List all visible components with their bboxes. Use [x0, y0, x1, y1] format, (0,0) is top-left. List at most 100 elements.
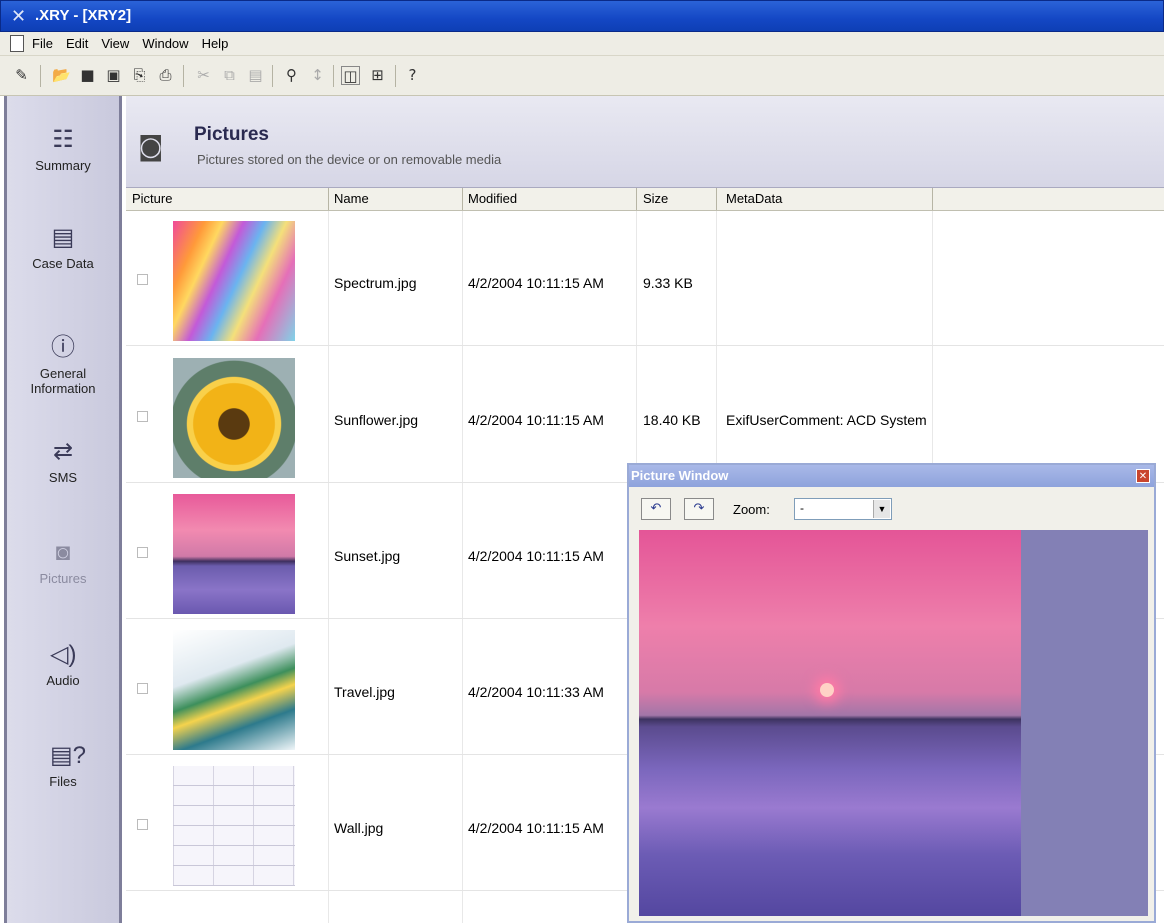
- paste-icon[interactable]: ▤: [246, 66, 265, 85]
- menu-edit[interactable]: Edit: [66, 36, 88, 51]
- file-size: 9.33 KB: [643, 275, 693, 291]
- files-icon: ▤?: [50, 742, 87, 769]
- info-icon: ⓘ: [51, 334, 75, 361]
- sidebar-item-label: Files: [49, 774, 77, 789]
- sidebar-item-label: Pictures: [39, 571, 87, 586]
- save-as-icon[interactable]: ▣: [104, 66, 123, 85]
- sidebar-item-summary[interactable]: ☷ Summary: [7, 126, 119, 173]
- page-subtitle: Pictures stored on the device or on remo…: [197, 152, 502, 167]
- metadata: ExifUserComment: ACD System: [726, 412, 927, 428]
- copy-icon[interactable]: ⧉: [220, 66, 239, 85]
- camera-icon: ◙: [138, 132, 164, 162]
- sidebar-item-label: Audio: [46, 673, 80, 688]
- toolbar-separator: [272, 65, 273, 87]
- filter-icon[interactable]: ⊞: [368, 66, 387, 85]
- row-checkbox[interactable]: [137, 819, 148, 830]
- pictures-view-icon[interactable]: ◫: [341, 66, 360, 85]
- sidebar-item-sms[interactable]: ⇄ SMS: [7, 438, 119, 485]
- section-header: ◙ Pictures Pictures stored on the device…: [126, 96, 1164, 188]
- find-icon[interactable]: ⚲: [282, 66, 301, 85]
- sidebar-item-audio[interactable]: ◁) Audio: [7, 641, 119, 688]
- modified-date: 4/2/2004 10:11:15 AM: [468, 412, 604, 428]
- row-checkbox[interactable]: [137, 411, 148, 422]
- preview-image: [639, 530, 1021, 916]
- thumbnail-image[interactable]: [173, 630, 295, 750]
- file-name: Spectrum.jpg: [334, 275, 417, 291]
- window-title: .XRY - [XRY2]: [35, 7, 132, 24]
- sidebar-item-label: Case Data: [32, 256, 94, 271]
- sidebar-item-label: Summary: [35, 158, 91, 173]
- table-row[interactable]: Spectrum.jpg 4/2/2004 10:11:15 AM 9.33 K…: [126, 211, 1164, 346]
- toolbar-separator: [333, 65, 334, 87]
- export-icon[interactable]: ⎘: [130, 66, 149, 85]
- sun-highlight: [820, 683, 834, 697]
- column-divider[interactable]: [636, 188, 637, 210]
- thumbnail-image[interactable]: [173, 358, 295, 478]
- toolbar-separator: [183, 65, 184, 87]
- case-data-icon: ▤: [51, 224, 75, 251]
- title-bar: ✕ .XRY - [XRY2]: [0, 0, 1164, 32]
- modified-date: 4/2/2004 10:11:15 AM: [468, 820, 604, 836]
- find-next-icon[interactable]: ↕: [308, 66, 327, 85]
- table-header: Picture Name Modified Size MetaData: [126, 188, 1164, 211]
- toolbar: ✎ 📂 ■ ▣ ⎘ ⎙ ✂ ⧉ ▤ ⚲ ↕ ◫ ⊞ ?: [0, 56, 1164, 96]
- column-divider[interactable]: [716, 188, 717, 210]
- column-header-name[interactable]: Name: [334, 191, 369, 206]
- summary-icon: ☷: [52, 126, 74, 153]
- file-name: Sunflower.jpg: [334, 412, 419, 428]
- page-title: Pictures: [194, 124, 269, 145]
- zoom-select[interactable]: - ▼: [794, 498, 892, 520]
- sidebar-item-pictures[interactable]: ◙ Pictures: [7, 539, 119, 586]
- sidebar: ☷ Summary ▤ Case Data ⓘ General Informat…: [4, 96, 122, 923]
- row-checkbox[interactable]: [137, 683, 148, 694]
- file-name: Sunset.jpg: [334, 548, 401, 564]
- close-icon[interactable]: ✕: [1136, 469, 1150, 483]
- row-checkbox[interactable]: [137, 547, 148, 558]
- menu-bar: File Edit View Window Help: [0, 32, 1164, 56]
- menu-help[interactable]: Help: [202, 36, 229, 51]
- chevron-down-icon[interactable]: ▼: [873, 500, 890, 518]
- zoom-value: -: [800, 501, 804, 515]
- picture-window-title: Picture Window: [631, 468, 729, 483]
- sidebar-item-label: General Information: [30, 366, 96, 396]
- menu-window[interactable]: Window: [142, 36, 188, 51]
- sidebar-item-general-information[interactable]: ⓘ General Information: [7, 334, 119, 396]
- column-divider[interactable]: [932, 188, 933, 210]
- menu-view[interactable]: View: [101, 36, 129, 51]
- sms-icon: ⇄: [52, 438, 74, 465]
- wand-icon[interactable]: ✎: [12, 66, 31, 85]
- pictures-icon: ◙: [55, 539, 71, 566]
- menu-file[interactable]: File: [32, 36, 53, 51]
- thumbnail-image[interactable]: [173, 766, 295, 886]
- picture-window[interactable]: Picture Window ✕ ↶ ↷ Zoom: - ▼: [627, 463, 1156, 923]
- picture-canvas: [639, 530, 1148, 916]
- column-divider[interactable]: [462, 188, 463, 210]
- sidebar-item-label: SMS: [48, 470, 78, 485]
- thumbnail-image[interactable]: [173, 221, 295, 341]
- column-divider[interactable]: [328, 188, 329, 210]
- column-header-modified[interactable]: Modified: [468, 191, 517, 206]
- column-header-picture[interactable]: Picture: [132, 191, 172, 206]
- print-icon[interactable]: ⎙: [156, 66, 175, 85]
- file-name: Wall.jpg: [334, 820, 384, 836]
- audio-icon: ◁): [50, 641, 77, 668]
- column-header-size[interactable]: Size: [643, 191, 668, 206]
- toolbar-separator: [40, 65, 41, 87]
- modified-date: 4/2/2004 10:11:15 AM: [468, 548, 604, 564]
- app-logo-icon: ✕: [11, 6, 27, 27]
- cut-icon[interactable]: ✂: [194, 66, 213, 85]
- zoom-label: Zoom:: [733, 502, 770, 517]
- rotate-left-button[interactable]: ↶: [641, 498, 671, 520]
- column-header-metadata[interactable]: MetaData: [726, 191, 782, 206]
- document-icon[interactable]: [10, 35, 24, 52]
- row-checkbox[interactable]: [137, 274, 148, 285]
- rotate-right-button[interactable]: ↷: [684, 498, 714, 520]
- help-icon[interactable]: ?: [403, 66, 422, 85]
- sidebar-item-files[interactable]: ▤? Files: [7, 742, 119, 789]
- open-icon[interactable]: 📂: [52, 66, 71, 85]
- thumbnail-image[interactable]: [173, 494, 295, 614]
- sidebar-item-case-data[interactable]: ▤ Case Data: [7, 224, 119, 271]
- picture-window-titlebar[interactable]: Picture Window: [629, 465, 1154, 487]
- file-name: Travel.jpg: [334, 684, 395, 700]
- save-icon[interactable]: ■: [78, 66, 97, 85]
